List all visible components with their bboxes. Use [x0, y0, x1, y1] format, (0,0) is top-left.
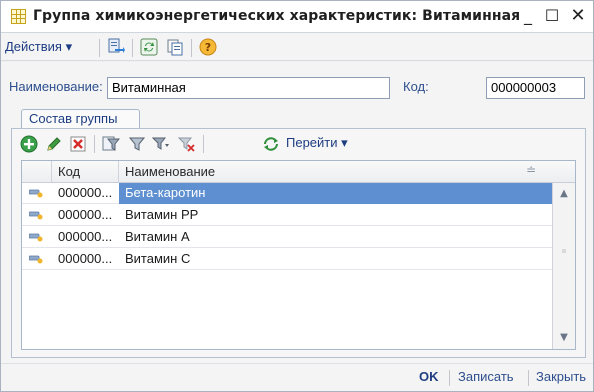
composition-table[interactable]: Код Наименование ≐ 000000... Бета-кароти… [21, 160, 576, 350]
row-code: 000000... [58, 229, 113, 244]
list-item-icon [29, 233, 43, 242]
goto-menu[interactable]: Перейти ▾ [286, 135, 348, 151]
list-item-icon [29, 189, 43, 198]
row-code: 000000... [58, 207, 113, 222]
refresh-icon[interactable] [140, 38, 158, 56]
ok-button[interactable]: OK [419, 369, 439, 384]
table-icon [11, 9, 26, 24]
row-name: Витамин С [125, 251, 191, 266]
minimize-button[interactable]: _ [517, 5, 539, 27]
svg-text:?: ? [205, 41, 211, 54]
list-item-icon [29, 255, 43, 264]
filter-dropdown-icon[interactable] [152, 135, 170, 153]
scroll-up-icon[interactable]: ▲ [557, 187, 571, 201]
vertical-scrollbar[interactable]: ▲ ▼ [552, 183, 575, 349]
edit-icon[interactable] [45, 135, 63, 153]
form-toolbar: Действия ▾ ? [1, 33, 593, 61]
row-name: Витамин А [125, 229, 190, 244]
name-field[interactable]: Витаминная [107, 77, 390, 99]
goto-icon[interactable] [262, 135, 280, 153]
column-header-code[interactable]: Код [52, 161, 119, 183]
form-body: Наименование: Витаминная Код: 000000003 … [1, 62, 593, 363]
maximize-button[interactable]: ☐ [541, 5, 563, 27]
code-field[interactable]: 000000003 [486, 77, 585, 99]
row-code: 000000... [58, 251, 113, 266]
row-code: 000000... [58, 185, 113, 200]
form-footer: OK Записать Закрыть [1, 363, 593, 391]
table-row[interactable]: 000000... Витамин С [22, 249, 552, 270]
table-row[interactable]: 000000... Бета-каротин [22, 183, 552, 204]
toolbar-separator [203, 135, 204, 153]
title-bar[interactable]: Группа химикоэнергетических характеристи… [1, 1, 593, 33]
close-button[interactable]: Закрыть [536, 369, 586, 384]
list-item-icon [29, 211, 43, 220]
delete-icon[interactable] [69, 135, 87, 153]
toolbar-separator [99, 39, 100, 57]
tab-group-composition[interactable]: Состав группы [21, 109, 140, 129]
footer-separator [528, 370, 529, 386]
footer-separator [449, 370, 450, 386]
table-row[interactable]: 000000... Витамин PP [22, 205, 552, 226]
row-name: Витамин PP [125, 207, 199, 222]
save-button[interactable]: Записать [458, 369, 514, 384]
table-header: Код Наименование ≐ [22, 161, 575, 183]
name-label: Наименование: [9, 79, 103, 94]
scroll-down-icon[interactable]: ▼ [557, 331, 571, 345]
help-icon[interactable]: ? [199, 38, 217, 56]
row-name: Бета-каротин [119, 183, 552, 204]
actions-menu[interactable]: Действия ▾ [5, 39, 72, 55]
form-window: Группа химикоэнергетических характеристи… [0, 0, 594, 392]
post-and-close-icon[interactable] [107, 38, 125, 56]
window-title: Группа химикоэнергетических характеристи… [33, 8, 521, 24]
header-icon-column [22, 161, 52, 183]
filter-icon[interactable] [102, 135, 120, 153]
clear-filter-icon[interactable] [178, 135, 196, 153]
toolbar-separator [132, 39, 133, 57]
column-header-name[interactable]: Наименование [119, 161, 552, 183]
code-label: Код: [403, 79, 429, 94]
copy-document-icon[interactable] [166, 38, 184, 56]
sort-indicator-icon[interactable]: ≐ [526, 163, 536, 177]
close-window-button[interactable]: ✕ [567, 5, 589, 27]
toolbar-separator [94, 135, 95, 153]
toolbar-separator [191, 39, 192, 57]
filter-by-value-icon[interactable] [128, 135, 146, 153]
table-toolbar: Перейти ▾ [12, 129, 585, 157]
table-row[interactable]: 000000... Витамин А [22, 227, 552, 248]
tab-label: Состав группы [29, 111, 118, 126]
scroll-grip [562, 249, 566, 253]
tab-panel: Перейти ▾ Код Наименование ≐ 000000... Б… [11, 128, 586, 358]
add-icon[interactable] [20, 135, 38, 153]
